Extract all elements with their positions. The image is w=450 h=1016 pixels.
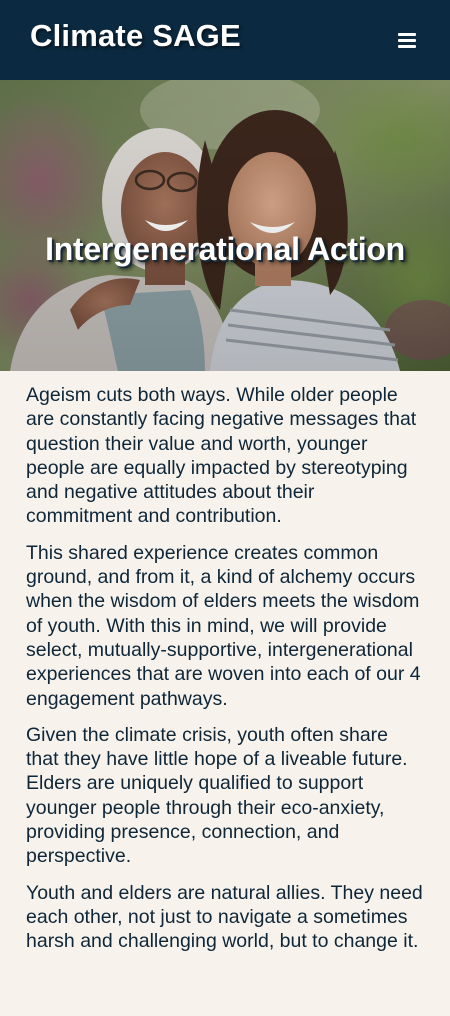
paragraph: Given the climate crisis, youth often sh… bbox=[26, 723, 408, 868]
menu-bar bbox=[398, 45, 416, 48]
main-content: Ageism cuts both ways. While older peopl… bbox=[0, 371, 450, 1016]
paragraph: Ageism cuts both ways. While older peopl… bbox=[26, 384, 417, 528]
site-brand[interactable]: Climate SAGE bbox=[30, 14, 241, 58]
paragraph: Youth and elders are natural allies. The… bbox=[26, 881, 423, 953]
hero-title: Intergenerational Action bbox=[45, 231, 405, 267]
hero-photo bbox=[0, 80, 450, 371]
paragraph: This shared experience creates common gr… bbox=[26, 541, 421, 710]
site-header: Climate SAGE bbox=[0, 0, 450, 80]
menu-bar bbox=[398, 33, 416, 36]
hero-banner: Intergenerational Action bbox=[0, 80, 450, 371]
hamburger-menu-icon[interactable] bbox=[390, 26, 424, 56]
menu-bar bbox=[398, 39, 416, 42]
